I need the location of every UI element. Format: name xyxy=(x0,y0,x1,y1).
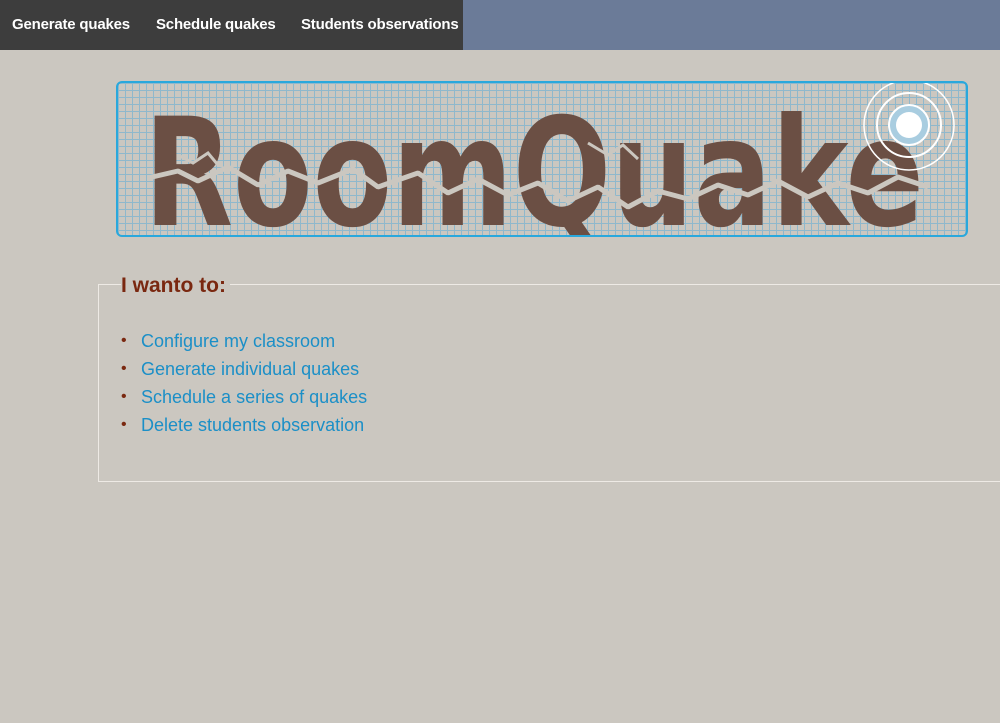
schedule-series-link[interactable]: Schedule a series of quakes xyxy=(141,387,367,408)
configure-classroom-link[interactable]: Configure my classroom xyxy=(141,331,335,352)
bullet-icon: • xyxy=(121,388,127,405)
bullet-icon: • xyxy=(121,360,127,377)
nav-students-observations[interactable]: Students observations xyxy=(301,16,459,33)
options-heading: I wanto to: xyxy=(121,272,230,300)
list-item: • Generate individual quakes xyxy=(121,355,367,383)
bullet-icon: • xyxy=(121,332,127,349)
list-item: • Delete students observation xyxy=(121,411,367,439)
list-item: • Configure my classroom xyxy=(121,327,367,355)
generate-individual-quakes-link[interactable]: Generate individual quakes xyxy=(141,359,359,380)
nav-schedule-quakes[interactable]: Schedule quakes xyxy=(156,16,276,33)
list-item: • Schedule a series of quakes xyxy=(121,383,367,411)
logo-text: RoomQuake xyxy=(144,87,924,235)
delete-observation-link[interactable]: Delete students observation xyxy=(141,415,364,436)
roomquake-logo: RoomQuake xyxy=(144,83,955,235)
main-nav: Generate quakes Schedule quakes Students… xyxy=(0,0,463,50)
bullet-icon: • xyxy=(121,416,127,433)
roomquake-banner: RoomQuake xyxy=(116,81,968,237)
options-list: • Configure my classroom • Generate indi… xyxy=(121,327,367,439)
nav-generate-quakes[interactable]: Generate quakes xyxy=(12,16,130,33)
